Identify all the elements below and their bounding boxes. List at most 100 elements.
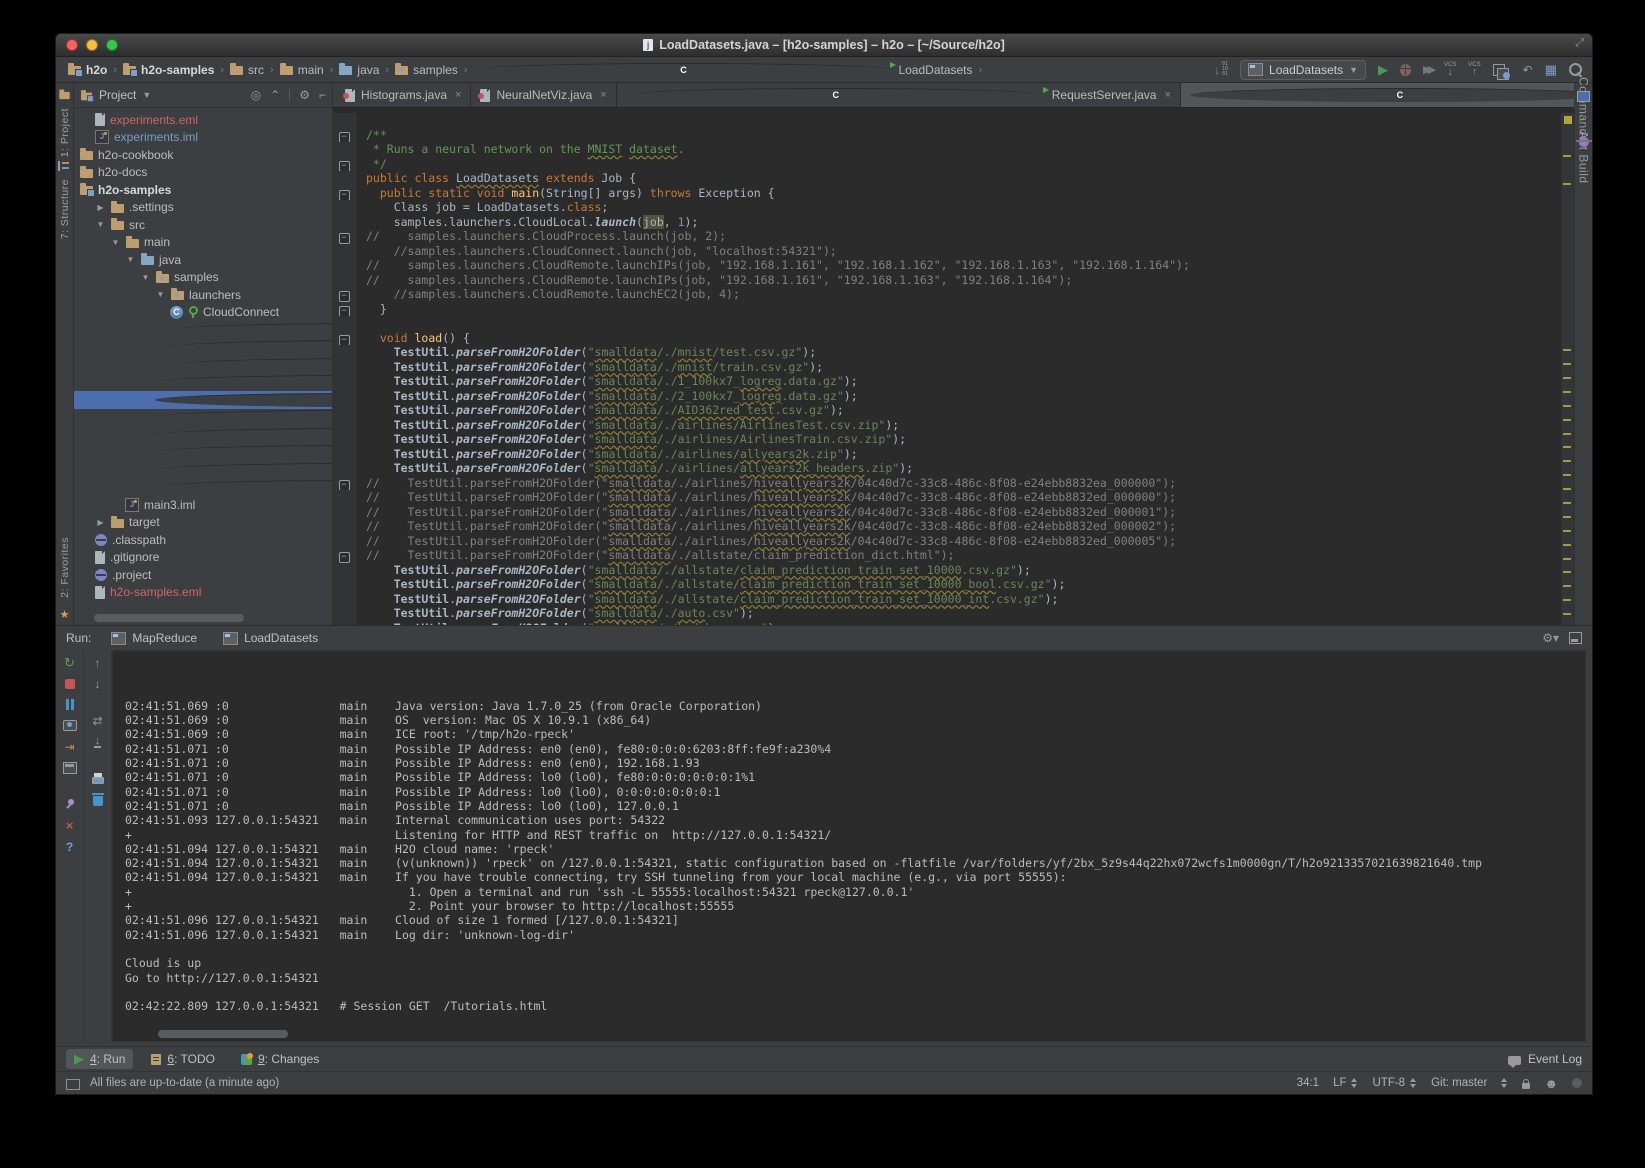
pin-tab-button[interactable] xyxy=(64,798,75,811)
breadcrumb-item[interactable]: samples xyxy=(393,63,460,77)
close-icon[interactable]: × xyxy=(455,89,461,101)
gear-icon[interactable]: ⚙▾ xyxy=(1542,631,1559,645)
tree-item-cloudlocal[interactable]: CloudLocal xyxy=(74,321,332,339)
tree-item-h2o-cookbook[interactable]: h2o-cookbook xyxy=(74,146,332,164)
sidebar-item-commander[interactable]: Commander xyxy=(1577,106,1591,119)
project-structure-button[interactable]: ▦ xyxy=(1545,62,1557,78)
tree-horizontal-scrollbar[interactable] xyxy=(94,614,244,622)
coverage-run-button[interactable]: ▶▶ xyxy=(1423,63,1432,76)
undo-button[interactable]: ↶ xyxy=(1523,63,1533,77)
tree-item-cloudremote[interactable]: CloudRemote xyxy=(74,356,332,374)
collapse-all-icon[interactable]: ⌃ xyxy=(270,88,280,102)
minimize-window-button[interactable] xyxy=(86,39,98,51)
tree-item-frames[interactable]: Frames xyxy=(74,374,332,392)
tree-item-src[interactable]: ▼src xyxy=(74,216,332,234)
tab-loaddatasets-java[interactable]: LoadDatasets.java× xyxy=(1181,83,1593,107)
expanded-arrow-icon[interactable]: ▼ xyxy=(95,220,106,229)
print-button[interactable] xyxy=(92,772,104,785)
tree-item-neuralnetmnistdrec[interactable]: NeuralNetMnistDrec xyxy=(74,461,332,479)
breadcrumb-item[interactable]: main xyxy=(278,63,326,77)
tree-item-target[interactable]: ▶target xyxy=(74,514,332,532)
fold-end-icon[interactable]: − xyxy=(339,291,350,302)
run-button[interactable]: ▶ xyxy=(1378,62,1388,78)
search-everywhere-button[interactable] xyxy=(1569,63,1582,76)
vcs-commit-button[interactable]: VCS↑ xyxy=(1468,62,1480,77)
run-configuration-select[interactable]: LoadDatasets ▼ xyxy=(1240,60,1366,80)
editor-body[interactable]: −/** * Runs a neural network on the MNIS… xyxy=(333,108,1574,625)
inspection-indicator[interactable] xyxy=(1564,116,1572,124)
binary-download-icon[interactable]: ↓011001 xyxy=(1214,62,1228,77)
error-stripe[interactable] xyxy=(1560,113,1574,625)
run-tab-loaddatasets[interactable]: LoadDatasets xyxy=(217,630,324,646)
sidebar-item-structure[interactable]: 7: Structure xyxy=(59,179,71,239)
close-window-button[interactable] xyxy=(66,39,78,51)
local-history-button[interactable] xyxy=(1493,64,1505,76)
bottom-tab-9-changes[interactable]: 9: Changes xyxy=(233,1049,327,1069)
sidebar-item-ant-build[interactable]: Ant Build xyxy=(1577,151,1591,164)
project-tree[interactable]: experiments.emlexperiments.imlh2o-cookbo… xyxy=(74,108,332,613)
help-button[interactable]: ? xyxy=(66,840,73,853)
chevron-down-icon[interactable]: ▼ xyxy=(142,90,151,100)
tree-item--settings[interactable]: ▶.settings xyxy=(74,199,332,217)
fold-end-icon[interactable]: − xyxy=(339,161,350,172)
line-ending-widget[interactable]: LF xyxy=(1333,1077,1358,1089)
tree-item--project[interactable]: .project xyxy=(74,566,332,584)
code-editor[interactable]: −/** * Runs a neural network on the MNIS… xyxy=(333,113,1560,625)
sidebar-item-project[interactable]: 1: Project xyxy=(59,108,71,157)
git-branch-widget[interactable]: Git: master xyxy=(1431,1077,1487,1089)
tree-item-h2o-samples[interactable]: h2o-samples xyxy=(74,181,332,199)
title-bar[interactable]: LoadDatasets.java – [h2o-samples] – h2o … xyxy=(56,34,1592,57)
locate-file-icon[interactable]: ◎ xyxy=(251,88,261,102)
tree-item-cloudconnect[interactable]: CloudConnect xyxy=(74,304,332,322)
fold-collapse-icon[interactable]: − xyxy=(339,233,350,244)
tree-item-launchers[interactable]: ▼launchers xyxy=(74,286,332,304)
tab-requestserver-java[interactable]: RequestServer.java× xyxy=(617,83,1181,107)
fold-collapse-icon[interactable]: − xyxy=(339,132,350,143)
expanded-arrow-icon[interactable]: ▼ xyxy=(125,255,136,264)
ant-build-tool-icon[interactable] xyxy=(1579,137,1589,147)
debug-button[interactable] xyxy=(1400,64,1411,76)
tree-item-webapi[interactable]: WebAPI xyxy=(74,479,332,497)
close-console-button[interactable]: × xyxy=(66,819,74,832)
hide-panel-icon[interactable]: ⌐ xyxy=(319,88,326,102)
restore-layout-button[interactable] xyxy=(63,761,77,774)
resize-grip-icon[interactable] xyxy=(1572,1078,1582,1088)
console-horizontal-scrollbar[interactable] xyxy=(158,1030,288,1038)
expanded-arrow-icon[interactable]: ▼ xyxy=(155,290,166,299)
fold-end-icon[interactable]: − xyxy=(339,552,350,563)
gear-icon[interactable]: ⚙ xyxy=(299,88,310,102)
tree-item-h2o-samples-eml[interactable]: h2o-samples.eml xyxy=(74,584,332,602)
rerun-button[interactable]: ↻ xyxy=(64,656,75,669)
breadcrumb-item[interactable]: src xyxy=(228,63,266,77)
breadcrumb-item[interactable]: h2o xyxy=(66,63,109,77)
tree-item-cloudprocess[interactable]: CloudProcess xyxy=(74,339,332,357)
tree-item--gitignore[interactable]: .gitignore xyxy=(74,549,332,567)
structure-tool-icon[interactable] xyxy=(58,161,71,171)
fullscreen-icon[interactable]: ⤢ xyxy=(1575,37,1584,50)
tree-item-experiments-iml[interactable]: experiments.iml xyxy=(74,129,332,147)
expanded-arrow-icon[interactable]: ▼ xyxy=(110,238,121,247)
tree-item-neuralnetmnist[interactable]: NeuralNetMnist xyxy=(74,444,332,462)
thread-dump-button[interactable] xyxy=(63,719,77,732)
fold-end-icon[interactable]: − xyxy=(339,306,350,317)
breadcrumb-item[interactable]: h2o-samples xyxy=(121,63,216,77)
favorites-star-icon[interactable]: ★ xyxy=(60,608,70,621)
close-icon[interactable]: × xyxy=(600,89,606,101)
scroll-to-end-button[interactable]: ↓ xyxy=(94,735,102,748)
exit-button[interactable]: ⇥ xyxy=(64,740,74,753)
sidebar-item-favorites[interactable]: 2: Favorites xyxy=(59,537,71,598)
tree-item-java[interactable]: ▼java xyxy=(74,251,332,269)
tree-item-main3-iml[interactable]: main3.iml xyxy=(74,496,332,514)
inspector-icon[interactable]: ☻ xyxy=(1544,1076,1558,1091)
tab-histograms-java[interactable]: Histograms.java× xyxy=(336,83,471,107)
project-panel-header[interactable]: Project ▼ ◎ ⌃ ⚙ ⌐ xyxy=(74,83,332,108)
hide-panel-icon[interactable] xyxy=(1569,632,1582,644)
collapsed-arrow-icon[interactable]: ▶ xyxy=(95,518,106,527)
tree-item-experiments-eml[interactable]: experiments.eml xyxy=(74,111,332,129)
close-icon[interactable]: × xyxy=(1164,89,1170,101)
collapsed-arrow-icon[interactable]: ▶ xyxy=(95,203,106,212)
tree-item-h2o-docs[interactable]: h2o-docs xyxy=(74,164,332,182)
caret-position-widget[interactable]: 34:1 xyxy=(1297,1077,1319,1089)
down-stack-trace-button[interactable]: ↓ xyxy=(95,677,101,690)
console-output[interactable]: 02:41:51.069 :0 main Java version: Java … xyxy=(112,650,1586,1042)
